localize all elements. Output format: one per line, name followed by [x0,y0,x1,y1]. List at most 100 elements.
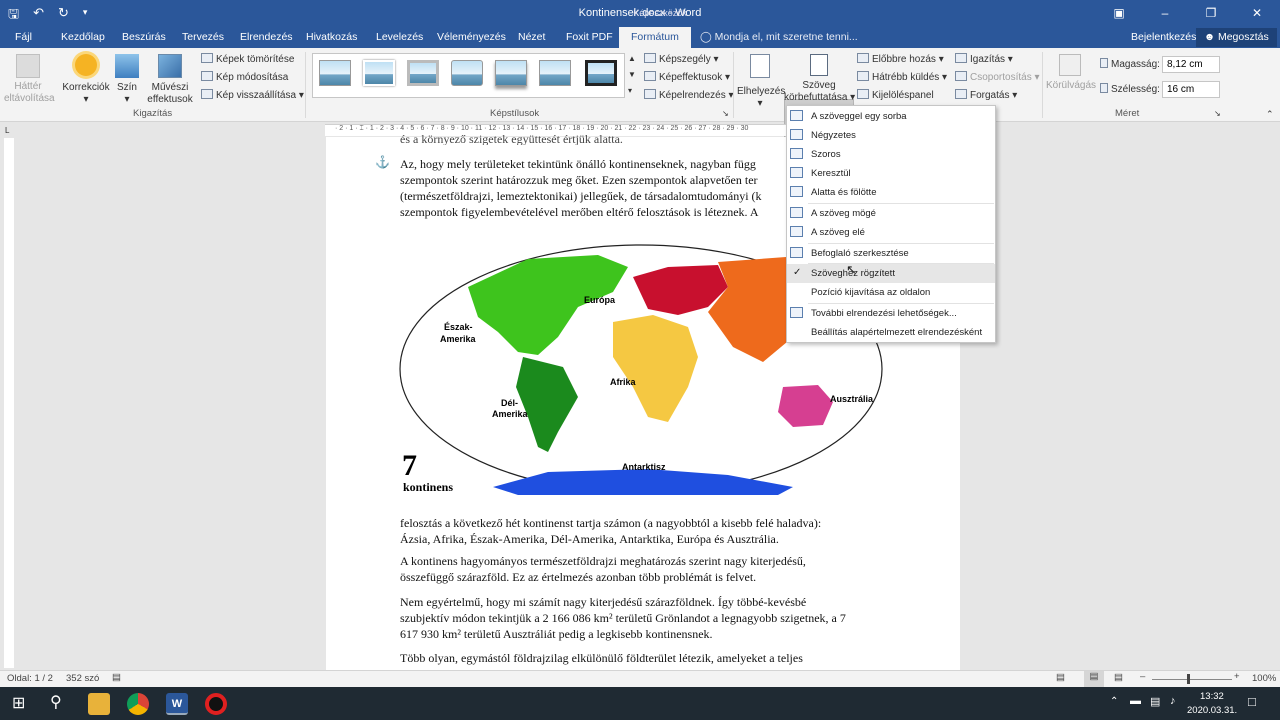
tab-insert[interactable]: Beszúrás [122,31,166,43]
notifications-icon[interactable]: □ [1248,694,1256,709]
share-button[interactable]: ☻ Megosztás [1196,28,1277,47]
menu-item-in-line[interactable]: A szöveggel egy sorba [787,107,995,126]
height-input[interactable]: 8,12 cm [1162,56,1220,73]
page-count[interactable]: Oldal: 1 / 2 [7,673,53,684]
close-button[interactable]: ✕ [1234,0,1280,27]
volume-icon[interactable]: ♪ [1170,695,1176,707]
gallery-scroll-up[interactable]: ▲ [628,54,636,63]
clock-time[interactable]: 13:32 [1200,691,1224,702]
bring-forward-label: Előbbre hozás [872,54,936,65]
clock-date[interactable]: 2020.03.31. [1187,705,1237,716]
menu-item-in-front[interactable]: A szöveg elé [787,223,995,242]
style-thumb-5[interactable] [495,60,527,86]
gallery-scroll-down[interactable]: ▼ [628,70,636,79]
zoom-slider[interactable] [1152,679,1232,680]
menu-item-edit-wrap-points[interactable]: Befoglaló szerkesztése [787,244,995,263]
styles-dialog-launcher[interactable]: ↘ [722,109,729,118]
menu-item-set-default[interactable]: Beállítás alapértelmezett elrendezésként [787,323,995,342]
tray-app-icon[interactable]: ▬ [1130,695,1141,707]
tab-layout[interactable]: Elrendezés [240,31,293,43]
tab-view[interactable]: Nézet [518,31,545,43]
wrap-text-button[interactable]: Szöveg körbefuttatása ▾ [784,54,855,104]
word-app-icon[interactable]: W [166,693,188,715]
tell-me-search[interactable]: ◯ Mondja el, mit szeretne tenni... [700,31,858,43]
picture-effects-button[interactable]: Képeffektusok ▾ [644,71,730,83]
style-thumb-1[interactable] [319,60,351,86]
align-button[interactable]: Igazítás ▾ [955,53,1013,65]
tab-mailings[interactable]: Levelezés [376,31,423,43]
gallery-more[interactable]: ▾ [628,86,632,95]
read-mode-icon[interactable]: ▤ [1056,672,1065,683]
collapse-ribbon-icon[interactable]: ⌃ [1266,109,1274,120]
tab-home[interactable]: Kezdőlap [61,31,105,43]
artistic-effects-button[interactable]: Művészi effektusok [144,54,196,106]
style-thumb-7[interactable] [585,60,617,86]
bring-forward-button[interactable]: Előbbre hozás ▾ [857,53,944,65]
menu-item-behind-text[interactable]: A szöveg mögé [787,204,995,223]
style-thumb-3[interactable] [407,60,439,86]
style-thumb-4[interactable] [451,60,483,86]
tab-design[interactable]: Tervezés [182,31,224,43]
picture-layout-button[interactable]: Képelrendezés ▾ [644,89,734,101]
tab-review[interactable]: Véleményezés [437,31,506,43]
reset-picture-button[interactable]: Kép visszaállítása ▾ [201,89,304,101]
artistic-effects-label-1: Művészi [151,82,189,93]
menu-item-top-bottom[interactable]: Alatta és fölötte [787,183,995,202]
send-backward-button[interactable]: Hátrébb küldés ▾ [857,71,947,83]
vertical-ruler[interactable] [4,138,14,668]
word-count[interactable]: 352 szó [66,673,99,684]
ribbon-display-icon[interactable]: ▣ [1096,0,1142,27]
search-icon[interactable]: ⚲ [50,692,62,712]
zoom-out-icon[interactable]: – [1140,671,1145,682]
file-explorer-icon[interactable] [88,693,110,715]
zoom-slider-thumb[interactable] [1187,674,1190,684]
menu-item-move-with-text[interactable]: ✓ Szöveghez rögzített [787,264,995,283]
group-objects-button[interactable]: Csoportosítás ▾ [955,71,1040,83]
change-picture-button[interactable]: Kép módosítása [201,71,288,83]
menu-item-tight[interactable]: Szoros [787,145,995,164]
tab-foxit-pdf[interactable]: Foxit PDF [566,31,613,43]
person-icon: ☻ [1204,31,1218,43]
crop-button[interactable]: Körülvágás [1046,54,1096,92]
recorder-icon[interactable] [205,693,227,715]
tray-chevron-icon[interactable]: ⌃ [1110,696,1118,707]
style-thumb-6[interactable] [539,60,571,86]
minimize-button[interactable]: – [1142,0,1188,27]
menu-item-square[interactable]: Négyzetes [787,126,995,145]
remove-background-button[interactable]: Háttér eltávolítása [4,54,55,105]
anchor-icon[interactable]: ⚓ [375,155,390,169]
rotate-button[interactable]: Forgatás ▾ [955,89,1017,101]
color-button[interactable]: Szín ▾ [113,54,141,106]
picture-border-button[interactable]: Képszegély ▾ [644,53,719,65]
corrections-button[interactable]: Korrekciók ▾ [61,54,111,106]
network-icon[interactable]: ▤ [1150,695,1160,708]
selection-pane-button[interactable]: Kijelöléspanel [857,89,934,101]
tab-references[interactable]: Hivatkozás [306,31,357,43]
position-button[interactable]: Elhelyezés ▾ [737,54,786,110]
style-thumb-2[interactable] [363,60,395,86]
picture-styles-gallery[interactable] [312,53,625,98]
width-input[interactable]: 16 cm [1162,81,1220,98]
print-layout-icon[interactable]: ▤ [1084,671,1104,687]
maximize-button[interactable]: ❐ [1188,0,1234,27]
tab-format[interactable]: Formátum [619,27,691,48]
menu-item-more-layout-options[interactable]: További elrendezési lehetőségek... [787,304,995,323]
proofing-icon[interactable]: ▤ [112,672,121,683]
menu-item-through[interactable]: Keresztül [787,164,995,183]
web-layout-icon[interactable]: ▤ [1114,672,1123,683]
edit-wrap-points-icon [790,247,803,258]
tab-selector[interactable]: L [5,126,9,135]
tab-file[interactable]: Fájl [15,31,32,43]
zoom-level[interactable]: 100% [1252,673,1276,684]
position-label: Elhelyezés [737,86,786,97]
compress-pictures-button[interactable]: Képek tömörítése [201,53,294,65]
sign-in-link[interactable]: Bejelentkezés [1131,31,1196,43]
chrome-icon[interactable] [127,693,149,715]
menu-item-fix-position[interactable]: Pozíció kijavítása az oldalon [787,283,995,302]
windows-start-icon[interactable]: ⊞ [12,693,25,713]
height-label-text: Magasság: [1111,59,1160,70]
zoom-in-icon[interactable]: + [1234,671,1240,682]
size-dialog-launcher[interactable]: ↘ [1214,109,1221,118]
change-picture-label: Kép módosítása [216,72,289,83]
reset-picture-icon [201,89,213,99]
